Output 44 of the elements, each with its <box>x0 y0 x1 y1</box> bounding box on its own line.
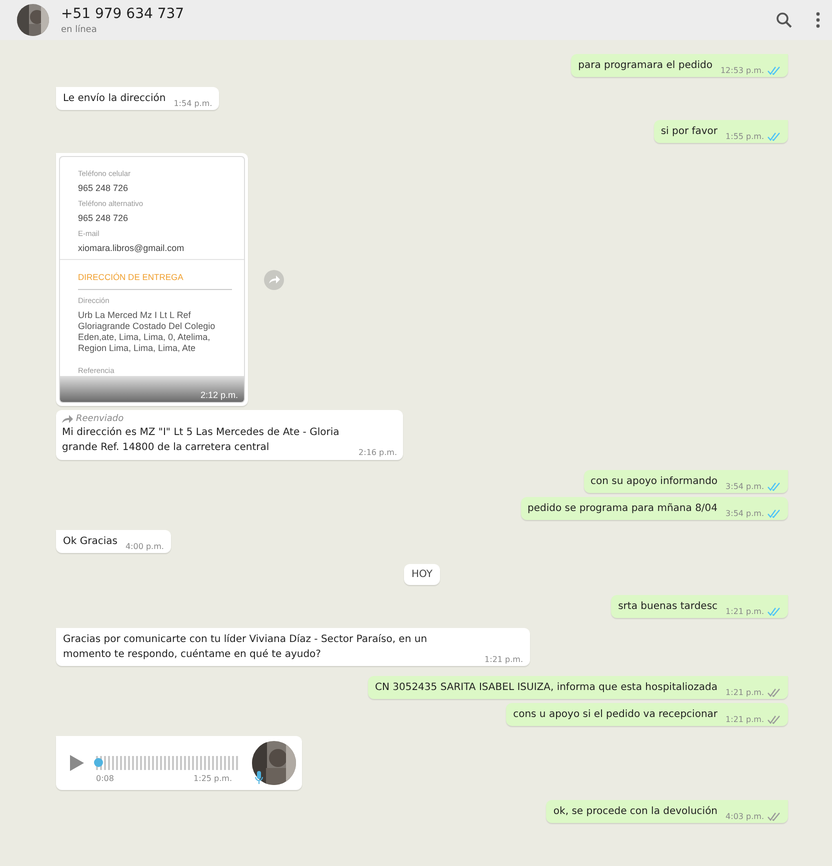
message-text: pedido se programa para mñana 8/04 <box>528 502 718 516</box>
message-time: 1:21 p.m. <box>484 655 523 664</box>
message-text: srta buenas tardesc <box>618 600 718 614</box>
field-value: Urb La Merced Mz I Lt L Ref Gloriagrande Costado Del Colegio Eden,ate, Lima, Lima, 0, Atelima, Region Lima, Lima, Lima, Ate <box>78 310 216 354</box>
message-text: ok, se procede con la devolución <box>553 805 718 819</box>
section-heading: DIRECCIÓN DE ENTREGA <box>78 272 184 282</box>
message-text: con su apoyo informando <box>590 475 718 489</box>
message-time: 1:21 p.m. <box>726 607 764 616</box>
message-time: 12:53 p.m. <box>720 66 764 75</box>
field-value: 965 248 726 <box>78 213 130 223</box>
audio-waveform[interactable] <box>96 754 240 772</box>
message-text: si por favor <box>660 125 718 139</box>
message-text: CN 3052435 SARITA ISABEL ISUIZA, informa que esta hospitaliozada <box>374 681 718 695</box>
message-text: Le envío la dirección <box>63 92 166 106</box>
message-text: cons u apoyo si el pedido va recepcionar <box>513 708 718 722</box>
date-divider: HOY <box>404 564 440 585</box>
message-time: 1:21 p.m. <box>726 715 764 724</box>
message-time: 2:12 p.m. <box>200 390 238 400</box>
forwarded-label: Reenviado <box>76 414 124 424</box>
message-time: 3:54 p.m. <box>726 509 764 518</box>
message-text: Gracias por comunicarte con tu líder Viviana Díaz - Sector Paraíso, en un momento te respondo, cuéntame en qué te ayudo? <box>63 633 428 662</box>
message-time: 2:16 p.m. <box>358 448 397 457</box>
contact-status: en línea <box>61 24 97 34</box>
audio-duration: 0:08 <box>96 774 114 782</box>
forward-arrow-icon <box>62 415 73 423</box>
message-text: Mi dirección es MZ "I" Lt 5 Las Mercedes de Ate - Gloria grande Ref. 14800 de la carretera central <box>62 426 340 455</box>
microphone-icon <box>255 771 263 784</box>
message-time: 1:25 p.m. <box>194 774 232 782</box>
message-text: para programara el pedido <box>578 59 712 73</box>
search-icon <box>776 12 792 28</box>
field-value: 965 248 726 <box>78 183 130 193</box>
contact-name: +51 979 634 737 <box>61 6 184 22</box>
message-time: 1:21 p.m. <box>726 688 764 697</box>
field-value: xiomara.libros@gmail.com <box>78 243 186 253</box>
playback-thumb[interactable] <box>94 758 103 766</box>
message-text: Ok Gracias <box>63 535 118 549</box>
message-time: 1:54 p.m. <box>174 99 212 108</box>
message-time: 4:00 p.m. <box>125 542 164 551</box>
play-button[interactable] <box>70 755 84 771</box>
message-time: 3:54 p.m. <box>726 482 764 491</box>
menu-icon <box>816 12 820 28</box>
forward-arrow-icon <box>268 275 280 284</box>
message-time: 1:55 p.m. <box>726 132 764 141</box>
message-time: 4:03 p.m. <box>726 812 764 821</box>
